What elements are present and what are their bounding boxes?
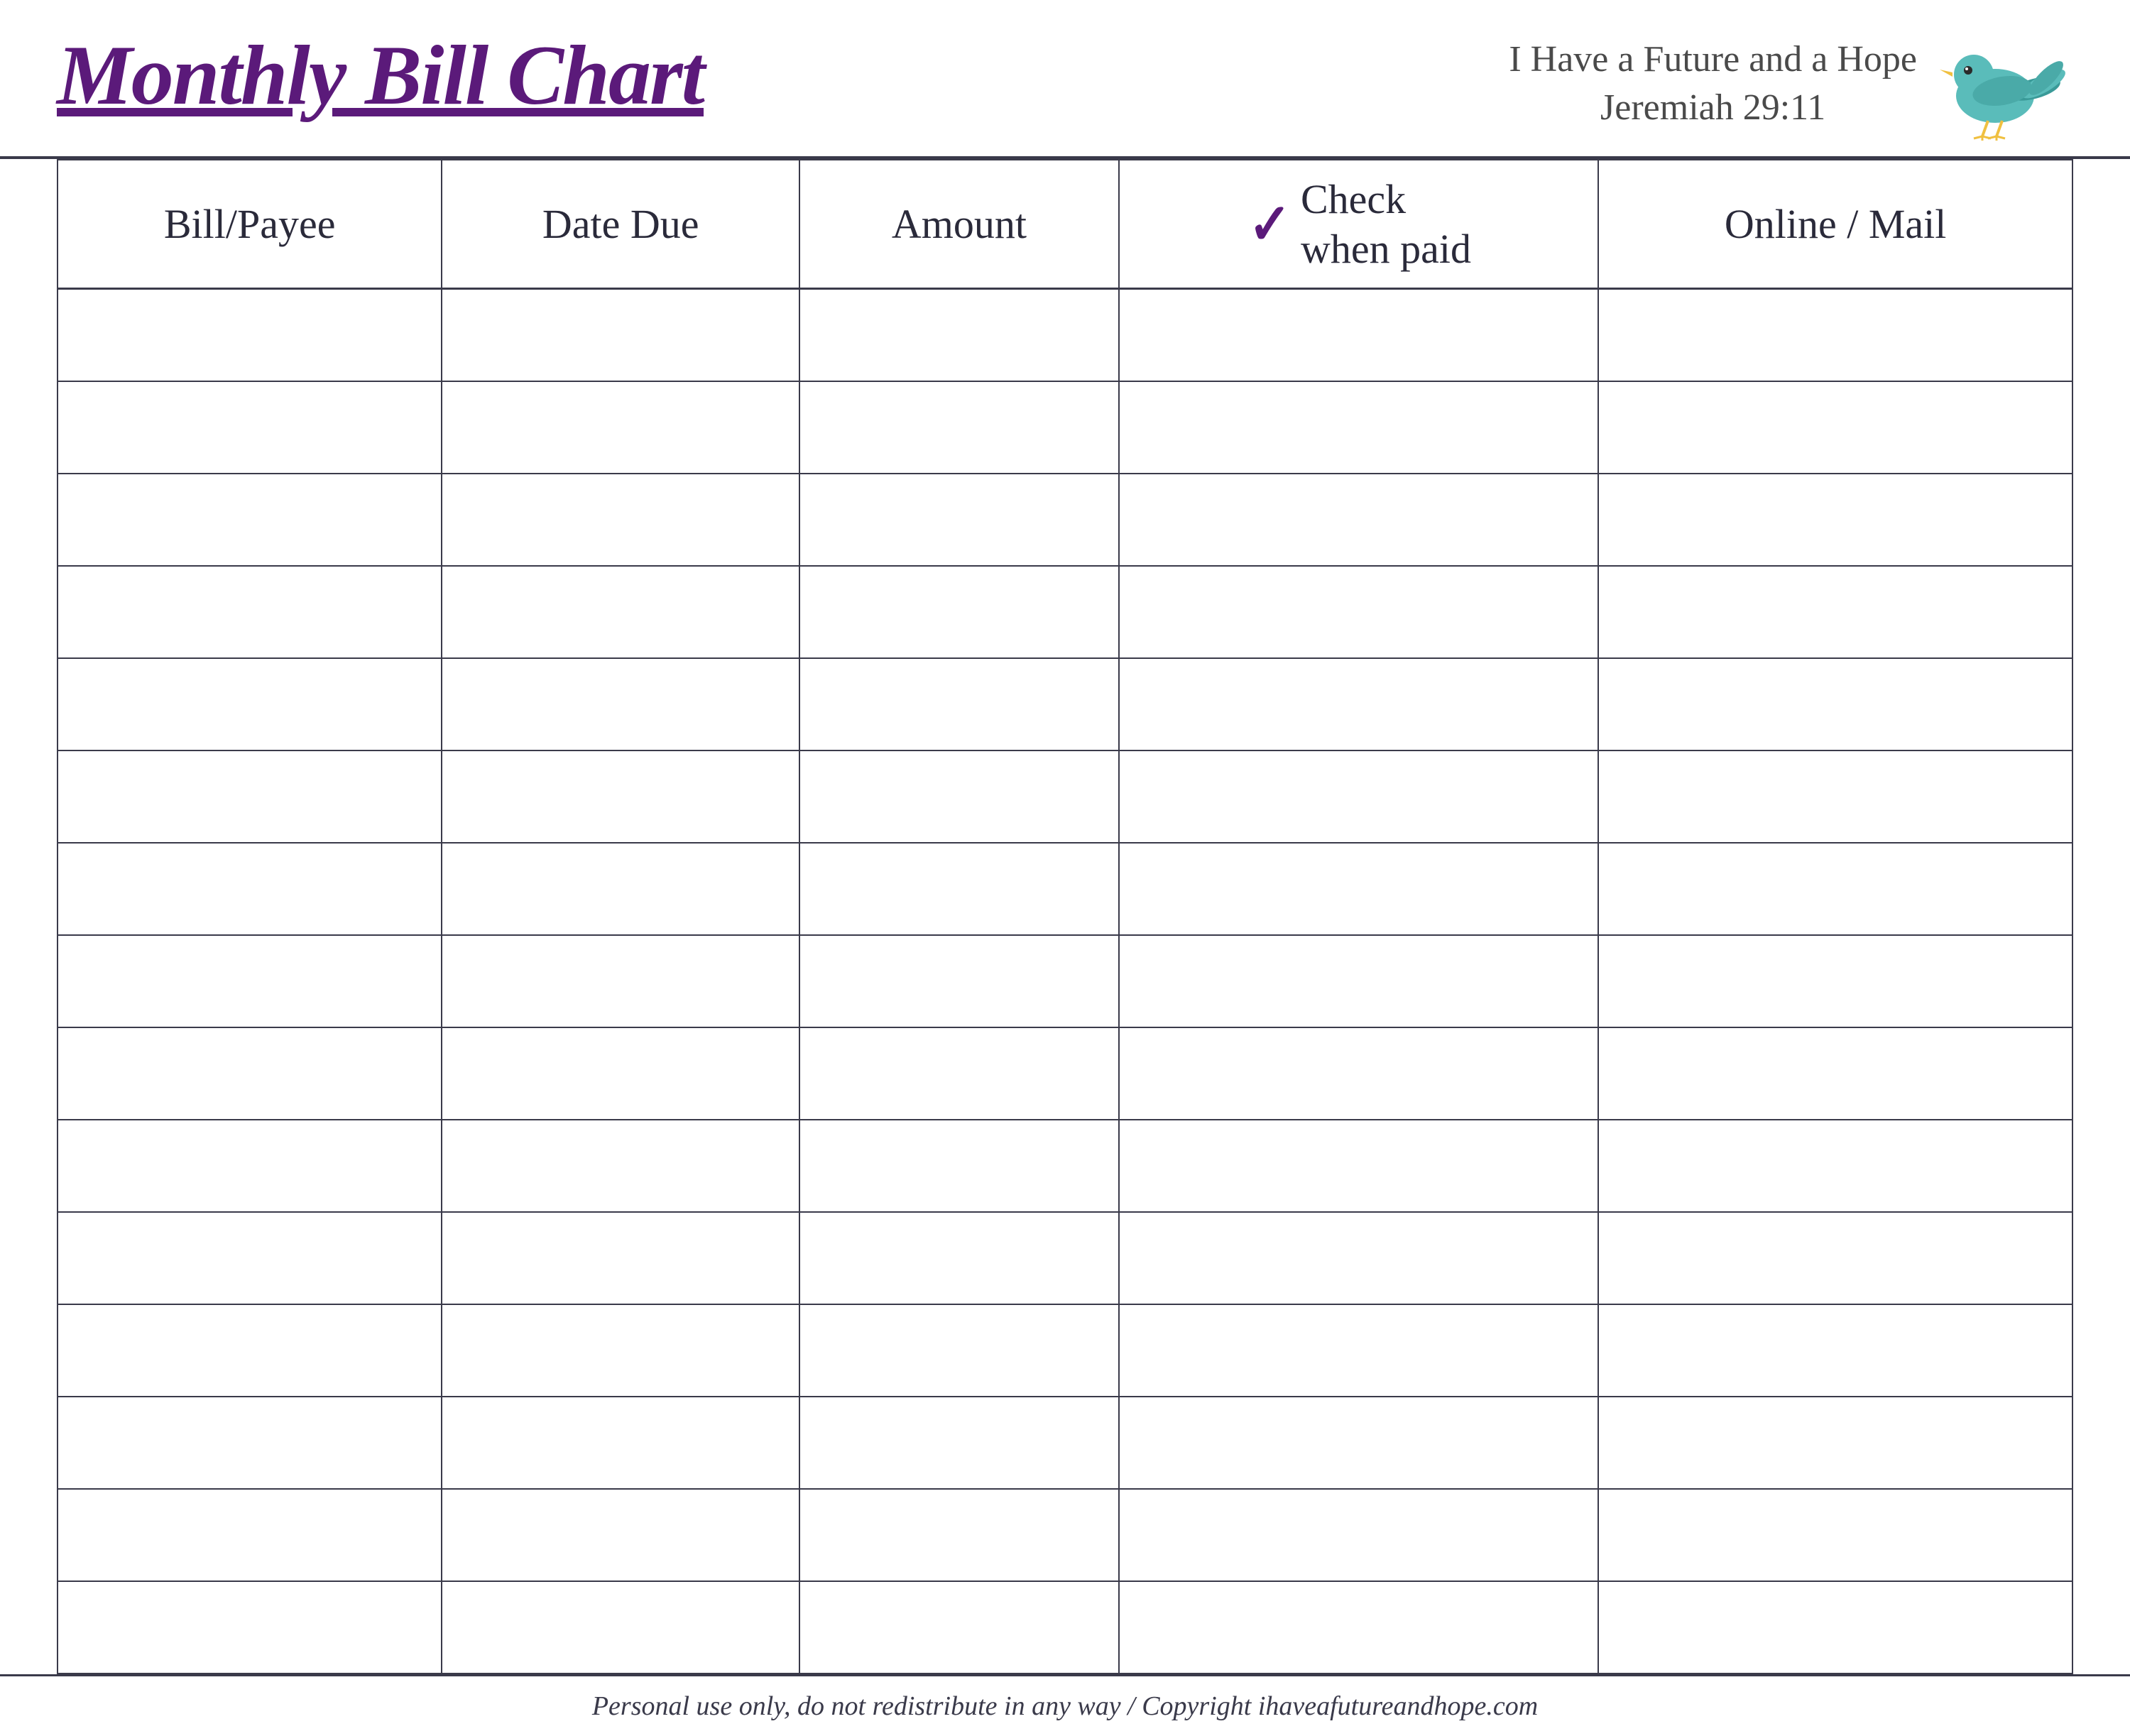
table-row <box>58 1304 2072 1397</box>
bird-container <box>1931 28 2073 142</box>
footer-text: Personal use only, do not redistribute i… <box>57 1691 2073 1722</box>
table-row <box>58 935 2072 1027</box>
bird-icon <box>1931 28 2073 142</box>
table-row <box>58 1027 2072 1120</box>
table-row <box>58 289 2072 381</box>
col-amount: Amount <box>799 160 1118 289</box>
check-text: Check when paid <box>1301 175 1471 273</box>
main-title: Monthly Bill Chart <box>57 28 704 122</box>
bill-chart-table: Bill/Payee Date Due Amount ✓ Check w <box>57 159 2073 1674</box>
table-row <box>58 843 2072 935</box>
subtitle-section: I Have a Future and a Hope Jeremiah 29:1… <box>1509 28 1917 131</box>
title-section: Monthly Bill Chart <box>57 28 704 122</box>
footer: Personal use only, do not redistribute i… <box>0 1674 2130 1736</box>
table-row <box>58 1581 2072 1674</box>
table-row <box>58 566 2072 658</box>
table-row <box>58 1397 2072 1489</box>
page-container: Monthly Bill Chart I Have a Future and a… <box>0 0 2130 1704</box>
table-header-row: Bill/Payee Date Due Amount ✓ Check w <box>58 160 2072 289</box>
subtitle-text: I Have a Future and a Hope Jeremiah 29:1… <box>1509 36 1917 131</box>
header: Monthly Bill Chart I Have a Future and a… <box>0 0 2130 159</box>
col-check-when-paid: ✓ Check when paid <box>1119 160 1599 289</box>
table-row <box>58 1489 2072 1581</box>
table-row <box>58 474 2072 566</box>
header-right: I Have a Future and a Hope Jeremiah 29:1… <box>1509 28 2073 142</box>
table-row <box>58 658 2072 750</box>
col-date-due: Date Due <box>442 160 799 289</box>
table-row <box>58 381 2072 474</box>
col-bill-payee: Bill/Payee <box>58 160 442 289</box>
table-row <box>58 1212 2072 1304</box>
checkmark-symbol: ✓ <box>1248 191 1291 258</box>
col-online-mail: Online / Mail <box>1598 160 2072 289</box>
table-row <box>58 1120 2072 1212</box>
table-container: Bill/Payee Date Due Amount ✓ Check w <box>0 159 2130 1674</box>
table-row <box>58 750 2072 843</box>
